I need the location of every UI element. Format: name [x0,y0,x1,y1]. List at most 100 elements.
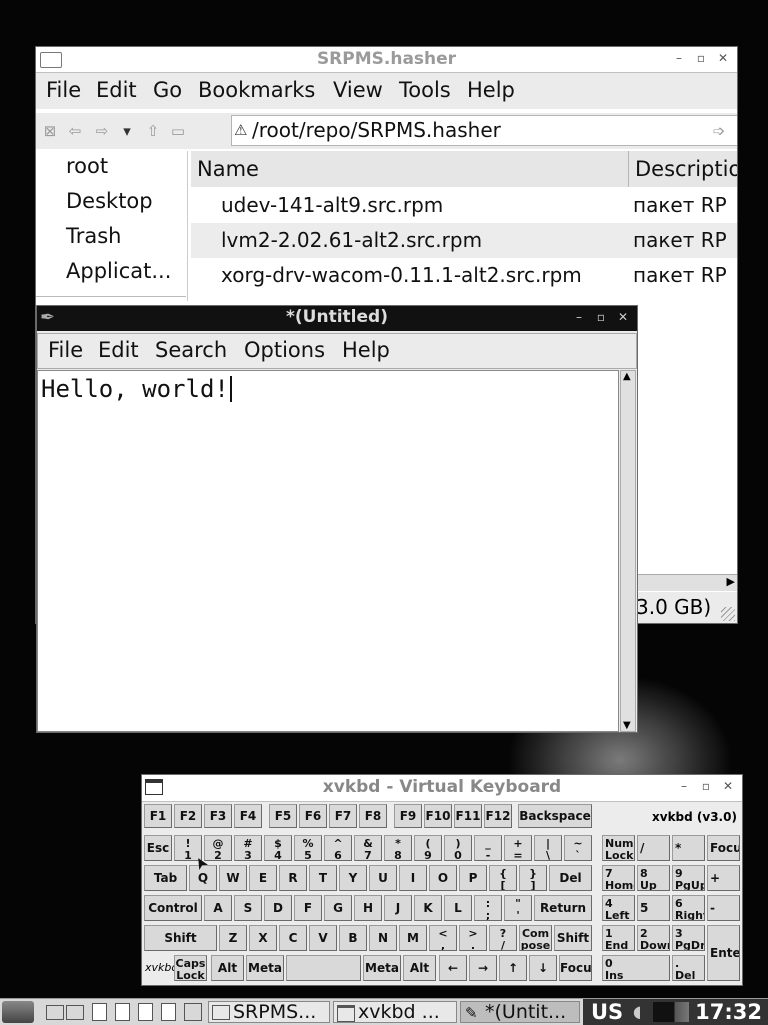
show-desktop-icon[interactable] [46,1005,64,1020]
history-dropdown-icon[interactable]: ▾ [118,122,136,140]
key-return[interactable]: Return [534,895,592,921]
key-num-13[interactable]: ~ ` [564,835,592,861]
key-num-8[interactable]: (9 [414,835,442,861]
key-meta-right[interactable]: Meta [363,955,401,981]
key-f12[interactable]: F12 [484,804,512,828]
sidebar-item-desktop[interactable]: Desktop [66,189,153,213]
key-control[interactable]: Control [144,895,202,921]
close-button[interactable]: ✕ [715,50,731,66]
key-num-12[interactable]: | \ [534,835,562,861]
key-f8[interactable]: F8 [359,804,387,828]
key-c[interactable]: C [279,925,307,951]
key-bracket-open[interactable]: {[ [489,865,517,891]
menu-tools[interactable]: Tools [399,78,451,102]
stop-icon[interactable]: ⊠ [41,122,59,140]
key-e[interactable]: E [249,865,277,891]
key-g[interactable]: G [324,895,352,921]
key-esc[interactable]: Esc [144,835,172,861]
scroll-down-icon[interactable]: ▼ [623,720,631,731]
key-s[interactable]: S [234,895,262,921]
editor-titlebar[interactable]: ✒ *(Untitled) – ▫ ✕ [37,306,637,331]
key-z[interactable]: Z [219,925,247,951]
key-f9[interactable]: F9 [394,804,422,828]
editor-text-area[interactable]: Hello, world! [37,370,619,732]
key-num-6[interactable]: & 7 [354,835,382,861]
menu-view[interactable]: View [333,78,383,102]
key-f6[interactable]: F6 [299,804,327,828]
key-num-5[interactable]: ^ 6 [324,835,352,861]
numpad-enter[interactable]: Enter [707,925,740,981]
numpad-3[interactable]: 3 PgDn [672,925,705,951]
key-n[interactable]: N [369,925,397,951]
resize-grip-icon[interactable] [721,607,735,621]
file-manager-titlebar[interactable]: SRPMS.hasher – ▫ ✕ [36,47,737,73]
key-f7[interactable]: F7 [329,804,357,828]
key-w[interactable]: W [219,865,247,891]
key-v[interactable]: V [309,925,337,951]
up-icon[interactable]: ⇧ [144,122,162,140]
key-num-9[interactable]: ) 0 [444,835,472,861]
menu-options[interactable]: Options [244,338,325,362]
key-meta-left[interactable]: Meta [246,955,284,981]
menu-edit[interactable]: Edit [98,338,139,362]
key-f4[interactable]: F4 [234,804,262,828]
key-f11[interactable]: F11 [454,804,482,828]
window-list-icon[interactable] [66,1005,84,1020]
key-num-7[interactable]: * 8 [384,835,412,861]
key-b[interactable]: B [339,925,367,951]
menu-file[interactable]: File [48,338,83,362]
minimize-button[interactable]: – [671,50,687,66]
minimize-button[interactable]: – [676,778,692,794]
menu-edit[interactable]: Edit [96,78,137,102]
key-x[interactable]: X [249,925,277,951]
forward-icon[interactable]: ⇨ [93,122,111,140]
key-m[interactable]: M [399,925,427,951]
maximize-button[interactable]: ▫ [693,50,709,66]
numpad-divide[interactable]: / [637,835,670,861]
key-u[interactable]: U [369,865,397,891]
table-row[interactable]: xorg-drv-wacom-0.11.1-alt2.src.rpm пакет… [191,258,737,293]
key-num-11[interactable]: + = [504,835,532,861]
key-alt-left[interactable]: Alt [211,955,244,981]
horizontal-scrollbar[interactable]: ▶ [636,574,737,591]
menu-help[interactable]: Help [342,338,390,362]
key-i[interactable]: I [399,865,427,891]
key-capslock[interactable]: Caps Lock [174,955,207,981]
key-left[interactable]: ← [439,955,467,981]
key-r[interactable]: R [279,865,307,891]
start-menu-icon[interactable] [2,1001,34,1023]
key-t[interactable]: T [309,865,337,891]
key-shift-right[interactable]: Shift [554,925,592,951]
menu-file[interactable]: File [46,78,81,102]
key-compose[interactable]: Com pose [519,925,552,951]
launcher-icon[interactable] [115,1003,130,1021]
key-right[interactable]: → [469,955,497,981]
numpad-numlock[interactable]: Num Lock [602,835,635,861]
launcher-icon[interactable] [138,1003,153,1021]
key-tab[interactable]: Tab [144,865,187,891]
menu-search[interactable]: Search [155,338,227,362]
task-file-manager[interactable]: SRPMS... [208,1001,330,1023]
close-button[interactable]: ✕ [615,309,631,325]
menu-go[interactable]: Go [153,78,182,102]
keyboard-window[interactable]: xvkbd - Virtual Keyboard – ▫ ✕ F1 F2 F3 F4 F… [141,774,743,986]
menu-bookmarks[interactable]: Bookmarks [198,78,315,102]
editor-window[interactable]: ✒ *(Untitled) – ▫ ✕ File Edit Search Opt… [36,305,638,733]
numpad-5[interactable]: 5 [637,895,670,921]
home-folder-icon[interactable]: ▭ [169,122,187,140]
task-keyboard[interactable]: xvkbd ... [333,1001,457,1023]
key-f2[interactable]: F2 [174,804,202,828]
launcher-icon[interactable] [92,1003,107,1021]
location-input[interactable]: ⚠ /root/repo/SRPMS.hasher [231,115,737,146]
numpad-2[interactable]: 2Down [637,925,670,951]
key-y[interactable]: Y [339,865,367,891]
key-a[interactable]: A [204,895,232,921]
table-row[interactable]: lvm2-2.02.61-alt2.src.rpm пакет RP [191,223,737,258]
vertical-scrollbar[interactable]: ▲ ▼ [620,370,636,732]
key-f10[interactable]: F10 [424,804,452,828]
back-icon[interactable]: ⇦ [66,122,84,140]
numpad-minus[interactable]: - [707,895,740,921]
key-slash[interactable]: ? / [489,925,517,951]
menu-help[interactable]: Help [467,78,515,102]
numpad-9[interactable]: 9 PgUp [672,865,705,891]
